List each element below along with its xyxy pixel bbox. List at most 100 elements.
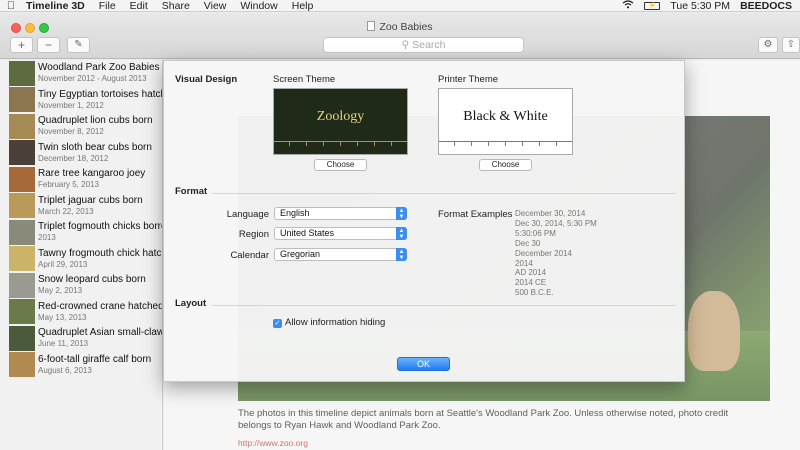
timeline-event-item[interactable]: Triplet jaguar cubs born March 22, 2013 — [0, 193, 162, 220]
event-text: Triplet jaguar cubs born March 22, 2013 — [38, 195, 162, 217]
format-example: Dec 30, 2014, 5:30 PM — [515, 218, 597, 228]
axis-tick — [488, 141, 489, 146]
timeline-event-item[interactable]: Rare tree kangaroo joey February 5, 2013 — [0, 166, 162, 193]
timeline-event-item[interactable]: 6-foot-tall giraffe calf born August 6, 2… — [0, 352, 162, 379]
language-label: Language — [226, 209, 269, 220]
gear-icon[interactable]: ⚙ — [758, 37, 778, 53]
remove-event-button[interactable]: − — [37, 37, 60, 53]
event-date: May 13, 2013 — [38, 312, 87, 322]
menu-bar:  Timeline 3D File Edit Share View Windo… — [0, 0, 800, 12]
event-date: November 2012 - August 2013 — [38, 74, 147, 84]
event-text: Twin sloth bear cubs born December 18, 20… — [38, 142, 162, 164]
choose-printer-theme-button[interactable]: Choose — [479, 159, 532, 171]
timeline-event-item[interactable]: Triplet fogmouth chicks borrorn 2013 — [0, 219, 162, 246]
document-icon — [367, 21, 376, 31]
timeline-event-item[interactable]: Snow leopard cubs born May 2, 2013 — [0, 272, 162, 299]
user-menu[interactable]: BEEDOCS — [740, 0, 792, 12]
region-value: United States — [280, 228, 335, 238]
preferences-sheet: Visual Design Screen Theme Zoology Choos… — [163, 60, 685, 382]
event-date: August 6, 2013 — [38, 365, 92, 375]
event-title: Quadruplet Asian small-clawed — [38, 327, 162, 339]
calendar-popup[interactable]: Gregorian ▲ ▼ — [274, 248, 407, 261]
search-placeholder: Search — [412, 39, 446, 51]
language-popup[interactable]: English ▲ ▼ — [274, 207, 407, 220]
wifi-icon[interactable] — [622, 0, 634, 12]
event-date: November 8, 2012 — [38, 127, 104, 137]
search-icon: ⚲ — [401, 39, 410, 51]
format-example: 2014 — [515, 258, 533, 268]
event-text: Quadruplet Asian small-clawed June 11, 20… — [38, 327, 162, 349]
event-thumbnail — [9, 352, 35, 378]
event-title: 6-foot-tall giraffe calf born — [38, 353, 152, 365]
event-thumbnail — [9, 87, 35, 113]
edit-pencil-icon[interactable]: ✎ — [67, 37, 90, 53]
timeline-event-item[interactable]: Twin sloth bear cubs born December 18, 20… — [0, 140, 162, 167]
format-example: 5:30:06 PM — [515, 228, 556, 238]
axis-tick — [306, 141, 307, 146]
printer-theme-label: Printer Theme — [438, 74, 499, 85]
add-event-button[interactable]: + — [10, 37, 33, 53]
event-thumbnail — [9, 219, 35, 245]
event-thumbnail — [9, 113, 35, 139]
event-title: Snow leopard cubs born — [38, 274, 146, 286]
screen-theme-preview[interactable]: Zoology — [273, 88, 408, 155]
menu-file[interactable]: File — [92, 0, 123, 12]
allow-hiding-checkbox[interactable]: ✓ — [273, 319, 282, 328]
timeline-event-item[interactable]: Quadruplet lion cubs born November 8, 201… — [0, 113, 162, 140]
screen-theme-label: Screen Theme — [273, 74, 336, 85]
format-example: 500 B.C.E. — [515, 288, 554, 298]
clock[interactable]: Tue 5:30 PM — [670, 0, 730, 12]
window-title-text: Zoo Babies — [379, 21, 433, 33]
search-input[interactable]: ⚲ Search — [323, 37, 524, 53]
format-example: AD 2014 — [515, 268, 547, 278]
format-example: December 2014 — [515, 248, 572, 258]
event-title: Tiny Egyptian tortoises hatch — [38, 88, 162, 100]
event-date: June 11, 2013 — [38, 339, 89, 349]
language-value: English — [280, 208, 310, 218]
event-text: Rare tree kangaroo joey February 5, 2013 — [38, 168, 162, 190]
window-toolbar: Zoo Babies + − ✎ ⚲ Search ⚙ ⇧ — [0, 13, 800, 59]
menu-window[interactable]: Window — [233, 0, 284, 12]
axis-tick — [340, 141, 341, 146]
share-icon[interactable]: ⇧ — [782, 37, 800, 53]
format-example: 2014 CE — [515, 278, 547, 288]
axis-tick — [539, 141, 540, 146]
apple-icon[interactable]:  — [0, 0, 22, 12]
timeline-event-item[interactable]: Tiny Egyptian tortoises hatch November 1,… — [0, 87, 162, 114]
timeline-sidebar: Woodland Park Zoo Babies November 2012 - … — [0, 60, 163, 450]
ok-button[interactable]: OK — [397, 357, 450, 371]
event-date: November 1, 2012 — [38, 100, 104, 110]
timeline-event-item[interactable]: Woodland Park Zoo Babies November 2012 - … — [0, 60, 162, 87]
printer-theme-preview[interactable]: Black & White — [438, 88, 573, 155]
event-date: February 5, 2013 — [38, 180, 99, 190]
axis-tick — [374, 141, 375, 146]
allow-hiding-label[interactable]: Allow information hiding — [285, 317, 385, 328]
timeline-event-item[interactable]: Red-crowned crane hatched May 13, 2013 — [0, 299, 162, 326]
menu-edit[interactable]: Edit — [123, 0, 155, 12]
battery-icon[interactable]: ⚡ — [644, 1, 661, 10]
event-text: Tiny Egyptian tortoises hatch November 1,… — [38, 89, 162, 111]
region-popup[interactable]: United States ▲ ▼ — [274, 227, 407, 240]
event-thumbnail — [9, 299, 35, 325]
event-date: May 2, 2013 — [38, 286, 83, 296]
calendar-value: Gregorian — [280, 249, 321, 259]
format-divider — [212, 193, 676, 194]
printer-theme-name: Black & White — [463, 109, 548, 124]
menu-share[interactable]: Share — [155, 0, 197, 12]
choose-screen-theme-button[interactable]: Choose — [314, 159, 367, 171]
screen-theme-name: Zoology — [316, 109, 365, 124]
event-text: 6-foot-tall giraffe calf born August 6, 2… — [38, 354, 162, 376]
axis-tick — [505, 141, 506, 146]
event-thumbnail — [9, 325, 35, 351]
menu-help[interactable]: Help — [285, 0, 321, 12]
popup-arrows-icon: ▲ ▼ — [396, 248, 407, 261]
region-label: Region — [238, 229, 269, 240]
layout-heading: Layout — [175, 298, 207, 309]
menu-app-name[interactable]: Timeline 3D — [22, 0, 92, 12]
timeline-event-item[interactable]: Tawny frogmouth chick hatchesApril 29, 2… — [0, 246, 162, 273]
event-title: Triplet fogmouth chicks borrorn — [38, 221, 162, 233]
menu-view[interactable]: View — [197, 0, 234, 12]
event-title: Red-crowned crane hatched — [38, 300, 162, 312]
event-thumbnail — [9, 272, 35, 298]
timeline-event-item[interactable]: Quadruplet Asian small-clawed June 11, 20… — [0, 325, 162, 352]
